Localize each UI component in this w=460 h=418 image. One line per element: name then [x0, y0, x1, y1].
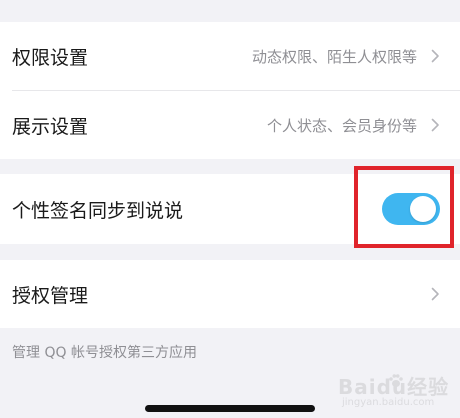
- home-indicator[interactable]: [145, 405, 315, 412]
- authorization-group: 授权管理: [0, 260, 460, 328]
- permission-settings-label: 权限设置: [12, 46, 89, 69]
- authorization-footnote: 管理 QQ 帐号授权第三方应用: [12, 345, 197, 361]
- chevron-right-icon: [431, 118, 439, 132]
- permission-settings-detail: 动态权限、陌生人权限等: [251, 47, 417, 66]
- chevron-right-icon: [431, 49, 439, 63]
- signature-sync-group: 个性签名同步到说说: [0, 174, 460, 244]
- chevron-right-icon: [431, 287, 439, 301]
- settings-page: 权限设置 动态权限、陌生人权限等 展示设置 个人状态、会员身份等 个性签名同步到…: [0, 0, 460, 418]
- display-settings-label: 展示设置: [12, 115, 89, 138]
- watermark-url: jingyan.baidu.com: [342, 397, 435, 408]
- baidu-paw-icon: [389, 374, 403, 387]
- baidu-watermark: Baidu经验 jingyan.baidu.com: [338, 367, 456, 413]
- signature-sync-toggle[interactable]: [382, 193, 440, 225]
- permission-settings-row[interactable]: 权限设置 动态权限、陌生人权限等: [0, 22, 460, 90]
- authorization-label: 授权管理: [12, 284, 89, 307]
- signature-sync-row: 个性签名同步到说说: [0, 174, 460, 244]
- authorization-row[interactable]: 授权管理: [0, 260, 460, 328]
- display-settings-row[interactable]: 展示设置 个人状态、会员身份等: [0, 91, 460, 159]
- signature-sync-label: 个性签名同步到说说: [12, 199, 184, 222]
- display-settings-detail: 个人状态、会员身份等: [266, 116, 417, 135]
- privacy-settings-group: 权限设置 动态权限、陌生人权限等 展示设置 个人状态、会员身份等: [0, 22, 460, 159]
- toggle-knob: [410, 196, 436, 222]
